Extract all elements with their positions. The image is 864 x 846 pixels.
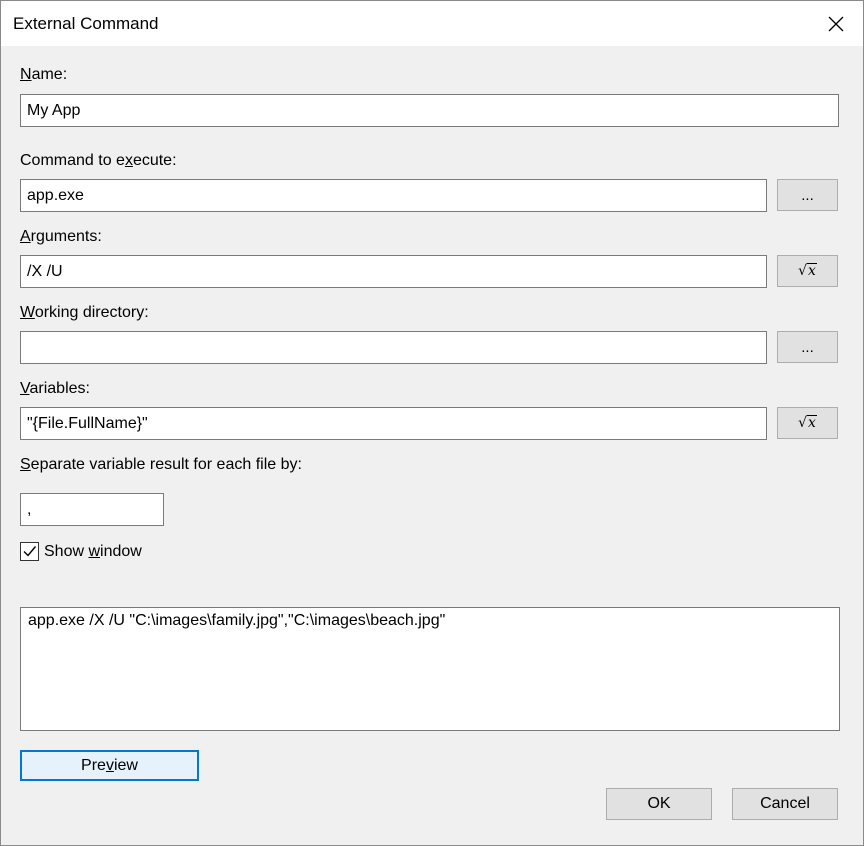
separator-input[interactable]: , <box>20 493 164 526</box>
working-directory-input[interactable] <box>20 331 767 364</box>
name-input[interactable]: My App <box>20 94 839 127</box>
window-title: External Command <box>13 14 159 33</box>
external-command-dialog: External Command Name: My App Command to… <box>0 0 864 846</box>
variables-input[interactable]: "{File.FullName}" <box>20 407 767 440</box>
show-window-checkbox[interactable] <box>20 542 39 561</box>
close-button[interactable] <box>809 1 863 46</box>
command-input[interactable]: app.exe <box>20 179 767 212</box>
arguments-input[interactable]: /X /U <box>20 255 767 288</box>
variables-label: Variables: <box>20 380 90 397</box>
cancel-button[interactable]: Cancel <box>732 788 838 820</box>
ok-button[interactable]: OK <box>606 788 712 820</box>
browse-command-button[interactable]: ... <box>777 179 838 211</box>
arguments-label: Arguments: <box>20 228 102 245</box>
command-preview-output: app.exe /X /U "C:\images\family.jpg","C:… <box>20 607 840 731</box>
title-bar: External Command <box>1 1 863 46</box>
close-icon <box>828 16 844 31</box>
separator-label: Separate variable result for each file b… <box>20 456 302 473</box>
sqrt-x-icon: √ x <box>798 415 817 431</box>
working-directory-label: Working directory: <box>20 304 149 321</box>
command-label: Command to execute: <box>20 152 177 169</box>
show-window-label: Show window <box>44 542 142 560</box>
sqrt-x-icon: √ x <box>798 263 817 279</box>
variables-insert-button[interactable]: √ x <box>777 407 838 439</box>
browse-directory-button[interactable]: ... <box>777 331 838 363</box>
arguments-variable-button[interactable]: √ x <box>777 255 838 287</box>
show-window-option[interactable]: Show window <box>20 542 142 561</box>
preview-button[interactable]: Preview <box>20 750 199 781</box>
checkmark-icon <box>23 546 37 557</box>
name-label: Name: <box>20 66 68 83</box>
